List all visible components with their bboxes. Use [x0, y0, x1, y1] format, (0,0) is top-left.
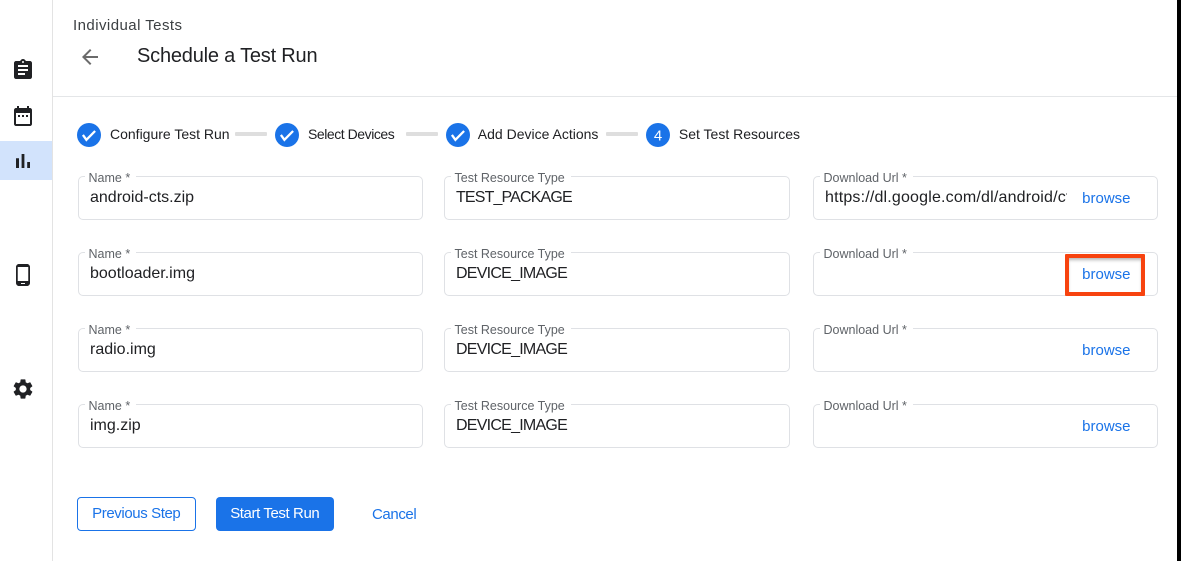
svg-text:4: 4: [654, 127, 662, 144]
